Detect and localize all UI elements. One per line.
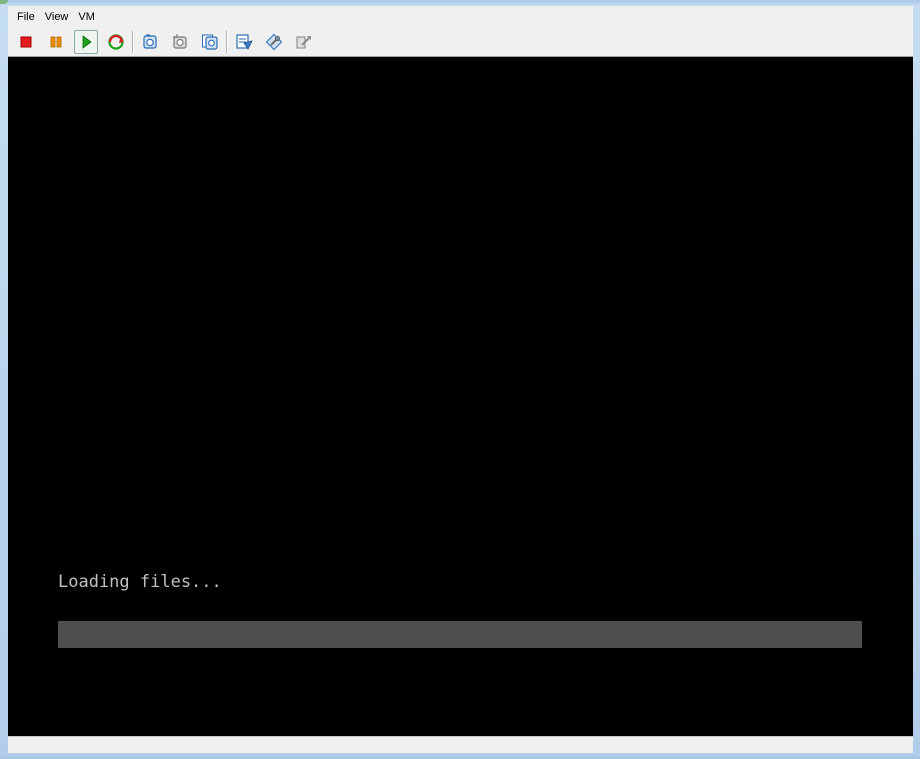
toolbar (8, 28, 913, 56)
pause-icon (50, 36, 62, 48)
window-bottom-edge (0, 753, 920, 759)
send-keys-icon (296, 36, 311, 49)
window-chrome: File View VM (8, 6, 913, 57)
vm-settings-button[interactable] (232, 30, 256, 54)
revert-snapshot-icon (173, 34, 187, 49)
loading-status-text: Loading files... (58, 572, 222, 592)
menu-file[interactable]: File (8, 6, 40, 28)
play-icon (82, 35, 92, 49)
reset-icon (108, 34, 124, 50)
vm-settings-icon (236, 34, 253, 50)
send-keys-button[interactable] (292, 30, 316, 54)
snapshot-icon (143, 34, 157, 49)
vm-console-window: File View VM Loading files... (0, 0, 920, 759)
menu-bar: File View VM (8, 6, 913, 28)
revert-snapshot-button[interactable] (168, 30, 192, 54)
stop-button[interactable] (14, 30, 38, 54)
vm-tools-icon (265, 33, 283, 51)
vm-display[interactable]: Loading files... (8, 57, 913, 736)
stop-icon (20, 36, 32, 48)
toolbar-separator (226, 31, 227, 53)
vm-tools-button[interactable] (262, 30, 286, 54)
loading-progress-bar (58, 621, 862, 648)
toolbar-separator (132, 31, 133, 53)
menu-vm[interactable]: VM (73, 6, 100, 28)
menu-view[interactable]: View (40, 6, 74, 28)
take-snapshot-button[interactable] (138, 30, 162, 54)
status-bar (8, 736, 913, 754)
reset-button[interactable] (104, 30, 128, 54)
manage-snapshots-icon (202, 34, 218, 50)
manage-snapshots-button[interactable] (198, 30, 222, 54)
play-button[interactable] (74, 30, 98, 54)
pause-button[interactable] (44, 30, 68, 54)
